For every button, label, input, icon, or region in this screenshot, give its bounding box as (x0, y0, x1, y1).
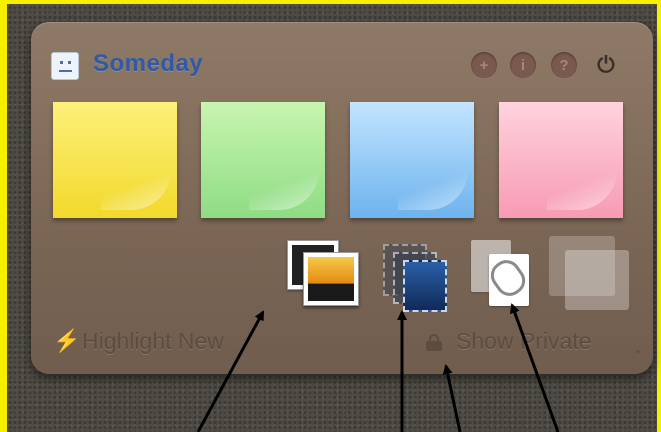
widget-title: Someday (93, 50, 204, 77)
show-private-button[interactable]: Show Private (456, 328, 592, 355)
film-icon[interactable] (383, 244, 449, 314)
power-button[interactable]: ⏻ (594, 53, 618, 77)
lightning-icon: ⚡ (53, 328, 81, 353)
power-icon: ⏻ (597, 52, 615, 77)
info-icon: i (520, 56, 526, 74)
lock-icon (426, 334, 442, 351)
sticky-note-blue[interactable] (350, 102, 474, 218)
someday-widget: Someday + i ? ⏻ ⚡ Highlight New Show Pri… (31, 22, 653, 374)
info-button[interactable]: i (510, 52, 536, 78)
add-button[interactable]: + (471, 52, 497, 78)
sticky-note-pink[interactable] (499, 102, 623, 218)
collapse-icon[interactable]: ⌃ (633, 348, 643, 362)
help-button[interactable]: ? (551, 52, 577, 78)
paperclip-icon[interactable] (471, 240, 535, 310)
add-icon: + (479, 56, 489, 74)
app-logo-icon (51, 52, 79, 80)
sticky-note-yellow[interactable] (53, 102, 177, 218)
textured-background: Someday + i ? ⏻ ⚡ Highlight New Show Pri… (7, 4, 657, 432)
help-icon: ? (559, 56, 569, 74)
highlight-new-button[interactable]: Highlight New (82, 328, 224, 355)
blank-tile-icon[interactable] (549, 236, 633, 312)
sticky-note-green[interactable] (201, 102, 325, 218)
photo-icon[interactable] (287, 240, 359, 306)
